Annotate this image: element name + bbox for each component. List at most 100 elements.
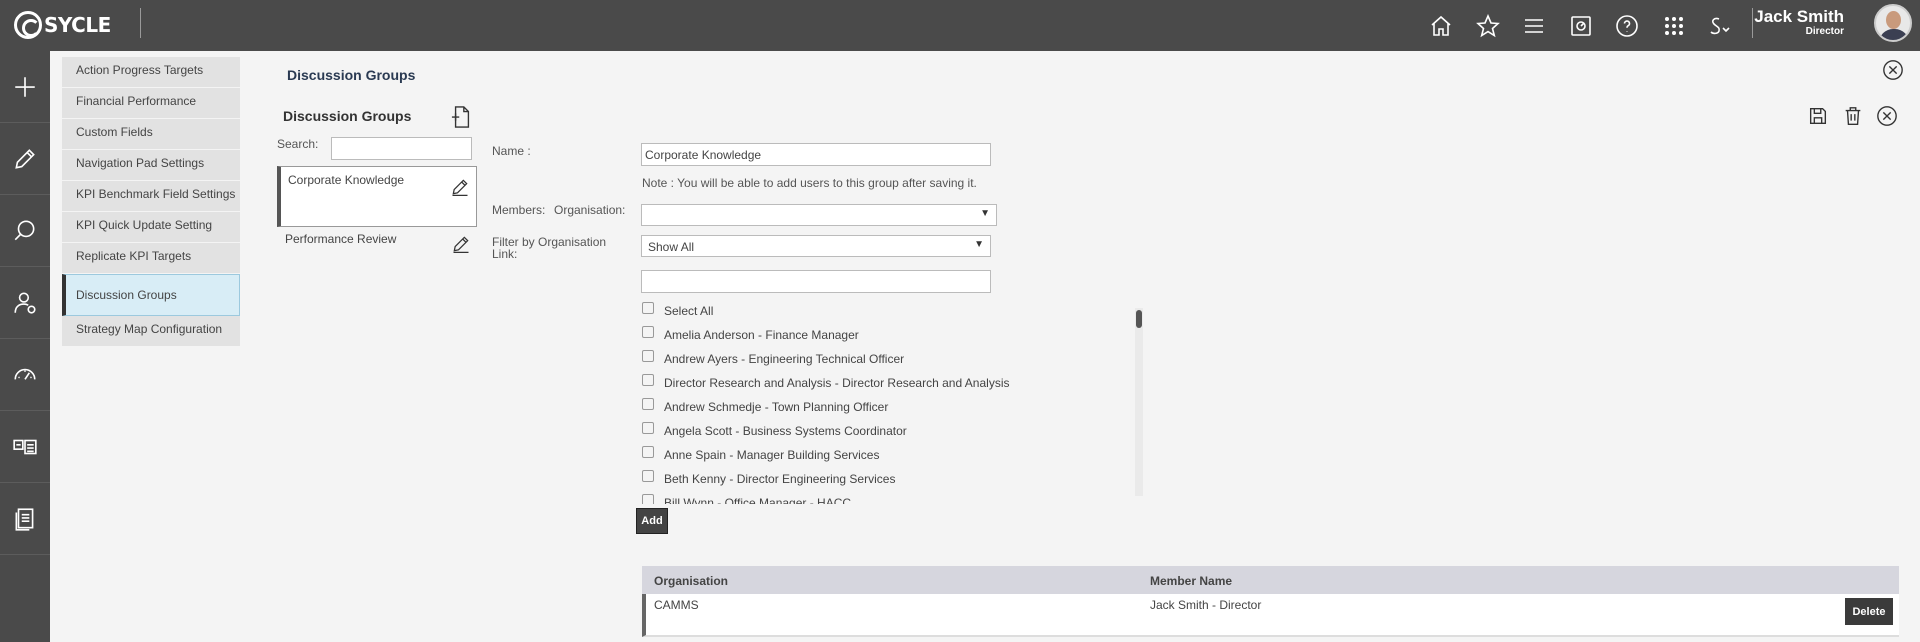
edit-pencil-icon[interactable]: [451, 234, 471, 254]
menu-icon[interactable]: [1511, 0, 1558, 51]
group-name-input[interactable]: [641, 143, 991, 166]
column-header-member-name[interactable]: Member Name: [1150, 574, 1232, 588]
edit-pencil-icon[interactable]: [450, 177, 470, 197]
organisation-select[interactable]: ▼: [641, 204, 997, 226]
user-icon[interactable]: [0, 267, 50, 339]
member-label: Bill Wynn - Office Manager - HACC: [664, 496, 852, 504]
member-label: Beth Kenny - Director Engineering Servic…: [664, 472, 896, 486]
dropdown-arrow-icon: ▼: [974, 239, 984, 250]
menu-item-strategy-map-configuration[interactable]: Strategy Map Configuration: [62, 316, 240, 347]
group-item-corporate-knowledge[interactable]: Corporate Knowledge: [277, 166, 477, 227]
brand-name: SYCLE: [44, 13, 111, 37]
member-row[interactable]: Director Research and Analysis - Directo…: [641, 372, 1143, 396]
settings-menu: Action Progress Targets Financial Perfor…: [62, 57, 240, 347]
sycle-dropdown-icon[interactable]: [1697, 0, 1744, 51]
menu-item-custom-fields[interactable]: Custom Fields: [62, 119, 240, 150]
divider: [1752, 8, 1753, 38]
checkbox[interactable]: [642, 302, 654, 314]
trash-icon[interactable]: [1842, 105, 1864, 127]
checkbox[interactable]: [642, 398, 654, 410]
member-label: Anne Spain - Manager Building Services: [664, 448, 880, 462]
layout-icon[interactable]: [0, 411, 50, 483]
name-label: Name :: [492, 144, 531, 158]
save-note: Note : You will be able to add users to …: [642, 176, 977, 190]
checkbox[interactable]: [642, 446, 654, 458]
filter-organisation-link-select[interactable]: Show All ▼: [641, 235, 991, 257]
apps-grid-icon[interactable]: [1651, 0, 1698, 51]
member-row[interactable]: Amelia Anderson - Finance Manager: [641, 324, 1143, 348]
user-role: Director: [1805, 26, 1844, 37]
delete-member-button[interactable]: Delete: [1845, 598, 1893, 625]
save-icon[interactable]: [1807, 105, 1829, 127]
top-nav-icons: [1418, 0, 1744, 51]
group-search-input[interactable]: [331, 137, 472, 160]
user-info[interactable]: Jack Smith Director: [1754, 8, 1844, 38]
divider: [140, 8, 141, 38]
checkbox[interactable]: [642, 350, 654, 362]
filter-label: Filter by Organisation Link:: [492, 235, 607, 261]
checkbox[interactable]: [642, 494, 654, 504]
document-icon[interactable]: [0, 483, 50, 555]
avatar-body: [1879, 29, 1909, 40]
member-row[interactable]: Bill Wynn - Office Manager - HACC: [641, 492, 1143, 504]
member-label: Andrew Ayers - Engineering Technical Off…: [664, 352, 905, 366]
sycle-logo[interactable]: SYCLE: [14, 11, 111, 39]
add-members-button[interactable]: Add: [636, 508, 668, 534]
filter-select-value: Show All: [648, 240, 695, 254]
gauge-icon[interactable]: [0, 339, 50, 411]
plus-icon[interactable]: [0, 51, 50, 123]
home-icon[interactable]: [1418, 0, 1465, 51]
members-grid-header: Organisation Member Name: [642, 566, 1899, 594]
user-name: Jack Smith: [1754, 7, 1844, 26]
checkbox[interactable]: [642, 374, 654, 386]
close-page-icon[interactable]: [1882, 59, 1904, 81]
help-icon[interactable]: [1604, 0, 1651, 51]
menu-item-kpi-quick-update-setting[interactable]: KPI Quick Update Setting: [62, 212, 240, 243]
checkbox[interactable]: [642, 422, 654, 434]
cell-member-name: Jack Smith - Director: [1150, 598, 1262, 612]
panel-title: Discussion Groups: [283, 108, 412, 124]
member-row[interactable]: Anne Spain - Manager Building Services: [641, 444, 1143, 468]
menu-item-kpi-benchmark-field-settings[interactable]: KPI Benchmark Field Settings: [62, 181, 240, 212]
close-form-icon[interactable]: [1876, 105, 1898, 127]
add-group-icon[interactable]: [451, 105, 473, 129]
menu-item-replicate-kpi-targets[interactable]: Replicate KPI Targets: [62, 243, 240, 274]
group-name: Performance Review: [285, 232, 397, 246]
search-icon[interactable]: [0, 195, 50, 267]
search-label: Search:: [277, 137, 319, 151]
checkbox[interactable]: [642, 470, 654, 482]
group-name: Corporate Knowledge: [288, 173, 405, 187]
menu-item-action-progress-targets[interactable]: Action Progress Targets: [62, 57, 240, 88]
star-icon[interactable]: [1465, 0, 1512, 51]
top-bar: SYCLE Jack Smith Director: [0, 0, 1920, 51]
member-label: Director Research and Analysis - Directo…: [664, 376, 1010, 390]
avatar-head: [1886, 11, 1901, 29]
member-row[interactable]: Andrew Ayers - Engineering Technical Off…: [641, 348, 1143, 372]
logo-mark-icon: [14, 11, 42, 39]
member-label: Andrew Schmedje - Town Planning Officer: [664, 400, 889, 414]
member-search-input[interactable]: [641, 270, 991, 293]
member-label: Amelia Anderson - Finance Manager: [664, 328, 859, 342]
left-rail: [0, 51, 50, 642]
menu-item-discussion-groups[interactable]: Discussion Groups: [62, 274, 240, 316]
select-all-row[interactable]: Select All: [641, 300, 1143, 324]
checkbox[interactable]: [642, 326, 654, 338]
column-header-organisation[interactable]: Organisation: [654, 574, 728, 588]
cell-organisation: CAMMS: [654, 598, 699, 612]
member-list-scroll-thumb[interactable]: [1136, 310, 1142, 328]
avatar[interactable]: [1874, 4, 1912, 42]
dropdown-arrow-icon: ▼: [980, 208, 990, 219]
member-row[interactable]: Beth Kenny - Director Engineering Servic…: [641, 468, 1143, 492]
menu-item-financial-performance[interactable]: Financial Performance: [62, 88, 240, 119]
menu-item-navigation-pad-settings[interactable]: Navigation Pad Settings: [62, 150, 240, 181]
group-item-performance-review[interactable]: Performance Review: [277, 226, 477, 262]
member-checkbox-list[interactable]: Select All Amelia Anderson - Finance Man…: [641, 300, 1143, 504]
page-title: Discussion Groups: [287, 67, 416, 83]
member-row[interactable]: Angela Scott - Business Systems Coordina…: [641, 420, 1143, 444]
member-row[interactable]: Andrew Schmedje - Town Planning Officer: [641, 396, 1143, 420]
dashboard-icon[interactable]: [1558, 0, 1605, 51]
pencil-icon[interactable]: [0, 123, 50, 195]
member-list-scrollbar[interactable]: [1135, 308, 1143, 496]
table-row: CAMMS Jack Smith - Director Delete: [642, 594, 1899, 637]
members-label: Members:: [492, 203, 546, 217]
